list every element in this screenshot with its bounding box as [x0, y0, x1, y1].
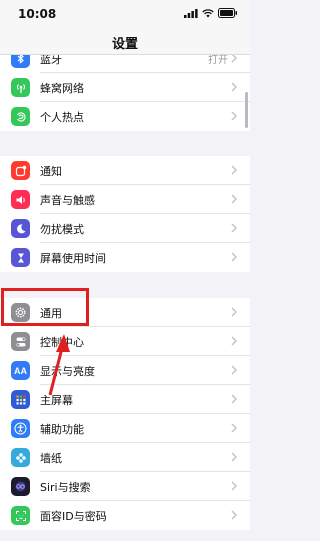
- face-id-icon: [11, 506, 30, 525]
- settings-row-label: 面容ID与密码: [40, 509, 107, 523]
- settings-row-label: 屏幕使用时间: [40, 251, 106, 265]
- highlight-box: [1, 288, 89, 326]
- speaker-icon: [11, 190, 30, 209]
- hourglass-icon: [11, 248, 30, 267]
- settings-group-connectivity: 蓝牙 打开 蜂窝网络 个人热点: [0, 44, 250, 131]
- settings-group-notifications: 通知 声音与触感 勿扰模式 屏幕使用时间: [0, 156, 250, 272]
- settings-row-label: 通知: [40, 164, 62, 178]
- settings-row-siri-search[interactable]: Siri与搜索: [0, 472, 250, 501]
- chevron-right-icon: [231, 336, 238, 346]
- chevron-right-icon: [231, 82, 238, 92]
- wifi-icon: [202, 8, 214, 17]
- accessibility-icon: [11, 419, 30, 438]
- chevron-right-icon: [231, 510, 238, 520]
- settings-row-do-not-disturb[interactable]: 勿扰模式: [0, 214, 250, 243]
- settings-row-control-center[interactable]: 控制中心: [0, 327, 250, 356]
- signal-icon: [184, 8, 198, 18]
- settings-row-home-screen[interactable]: 主屏幕: [0, 385, 250, 414]
- battery-icon: [218, 8, 237, 18]
- status-icons-overlay: [184, 8, 238, 18]
- settings-row-label: 辅助功能: [40, 422, 84, 436]
- settings-row-face-id[interactable]: 面容ID与密码: [0, 501, 250, 530]
- settings-row-label: 墙纸: [40, 451, 62, 465]
- settings-row-screen-time[interactable]: 屏幕使用时间: [0, 243, 250, 272]
- moon-icon: [11, 219, 30, 238]
- hotspot-icon: [11, 107, 30, 126]
- chevron-right-icon: [231, 365, 238, 375]
- notifications-icon: [11, 161, 30, 180]
- settings-row-label: 主屏幕: [40, 393, 73, 407]
- settings-row-label: 显示与亮度: [40, 364, 95, 378]
- settings-row-cellular[interactable]: 蜂窝网络: [0, 73, 250, 102]
- scroll-indicator[interactable]: [245, 92, 248, 128]
- chevron-right-icon: [231, 165, 238, 175]
- chevron-right-icon: [231, 452, 238, 462]
- chevron-right-icon: [231, 252, 238, 262]
- status-time-overlay: 10:08: [18, 7, 57, 21]
- settings-group-general: 通用 控制中心 AA 显示与亮度 主屏幕 辅助功能 墙纸 Siri与搜索 面容I…: [0, 298, 250, 530]
- settings-row-label: 蜂窝网络: [40, 81, 84, 95]
- chevron-right-icon: [231, 194, 238, 204]
- text-size-icon: AA: [11, 361, 30, 380]
- chevron-right-icon: [231, 307, 238, 317]
- settings-row-label: 声音与触感: [40, 193, 95, 207]
- settings-row-wallpaper[interactable]: 墙纸: [0, 443, 250, 472]
- settings-row-label: 勿扰模式: [40, 222, 84, 236]
- settings-row-accessibility[interactable]: 辅助功能: [0, 414, 250, 443]
- settings-row-notifications[interactable]: 通知: [0, 156, 250, 185]
- chevron-right-icon: [231, 394, 238, 404]
- settings-row-label: 控制中心: [40, 335, 84, 349]
- chevron-right-icon: [231, 111, 238, 121]
- settings-row-label: Siri与搜索: [40, 480, 91, 494]
- flower-icon: [11, 448, 30, 467]
- settings-row-hotspot[interactable]: 个人热点: [0, 102, 250, 131]
- chevron-right-icon: [231, 481, 238, 491]
- cellular-antenna-icon: [11, 78, 30, 97]
- settings-row-label: 个人热点: [40, 110, 84, 124]
- home-grid-icon: [11, 390, 30, 409]
- siri-icon: [11, 477, 30, 496]
- chevron-right-icon: [231, 423, 238, 433]
- settings-row-sounds[interactable]: 声音与触感: [0, 185, 250, 214]
- settings-row-display-brightness[interactable]: AA 显示与亮度: [0, 356, 250, 385]
- page-title-overlay: 设置: [111, 37, 138, 52]
- toggles-icon: [11, 332, 30, 351]
- chevron-right-icon: [231, 223, 238, 233]
